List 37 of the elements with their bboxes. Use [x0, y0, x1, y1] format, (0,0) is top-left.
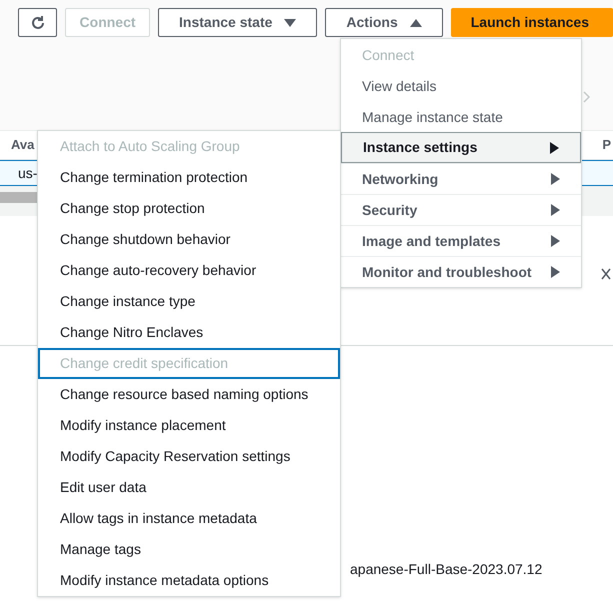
dropdown-button[interactable]: Instance state	[158, 8, 318, 37]
menu-item[interactable]: Security	[341, 194, 581, 225]
menu-item[interactable]: Change stop protection	[38, 193, 340, 224]
dropdown-label: Instance state	[179, 13, 272, 32]
menu-item-label: Manage instance state	[362, 108, 503, 127]
menu-item-label: Networking	[362, 170, 438, 189]
dropdown-button[interactable]: Actions	[325, 8, 443, 37]
table-cell-text: us-	[18, 164, 38, 182]
menu-item[interactable]: Change auto-recovery behavior	[38, 255, 340, 286]
menu-item-label: Monitor and troubleshoot	[362, 262, 532, 282]
ami-name: apanese-Full-Base-2023.07.12	[350, 560, 542, 579]
menu-item[interactable]: Edit user data	[38, 472, 340, 503]
menu-item[interactable]: Change instance type	[38, 286, 340, 317]
menu-item[interactable]: Manage tags	[38, 534, 340, 565]
menu-item-label: Image and templates	[362, 232, 500, 251]
menu-item[interactable]: View details	[341, 70, 581, 101]
menu-item[interactable]: Modify instance placement	[38, 410, 340, 441]
menu-item-label: Security	[362, 200, 418, 220]
menu-item[interactable]: Image and templates	[341, 225, 581, 256]
menu-item[interactable]: Monitor and troubleshoot	[341, 256, 581, 287]
column-header: P	[602, 136, 611, 154]
menu-item[interactable]: Change termination protection	[38, 162, 340, 193]
menu-item[interactable]: Change Nitro Enclaves	[38, 317, 340, 348]
menu-item[interactable]: Change shutdown behavior	[38, 224, 340, 255]
menu-item-label: Connect	[362, 46, 414, 64]
menu-item[interactable]: Networking	[341, 163, 581, 194]
menu-item[interactable]: Modify instance metadata options	[38, 565, 340, 596]
menu-item[interactable]: Allow tags in instance metadata	[38, 503, 340, 534]
column-header: Ava	[11, 136, 34, 154]
menu-item-label: View details	[362, 76, 436, 96]
menu-item[interactable]: Manage instance state	[341, 101, 581, 132]
menu-item[interactable]: Change resource based naming options	[38, 379, 340, 410]
launch-button[interactable]: Launch instances	[450, 8, 613, 37]
menu-item[interactable]: Modify Capacity Reservation settings	[38, 441, 340, 472]
menu-item[interactable]: Instance settings	[341, 132, 581, 163]
menu-item-label: Instance settings	[363, 138, 478, 157]
dropdown-label: Actions	[346, 13, 398, 32]
